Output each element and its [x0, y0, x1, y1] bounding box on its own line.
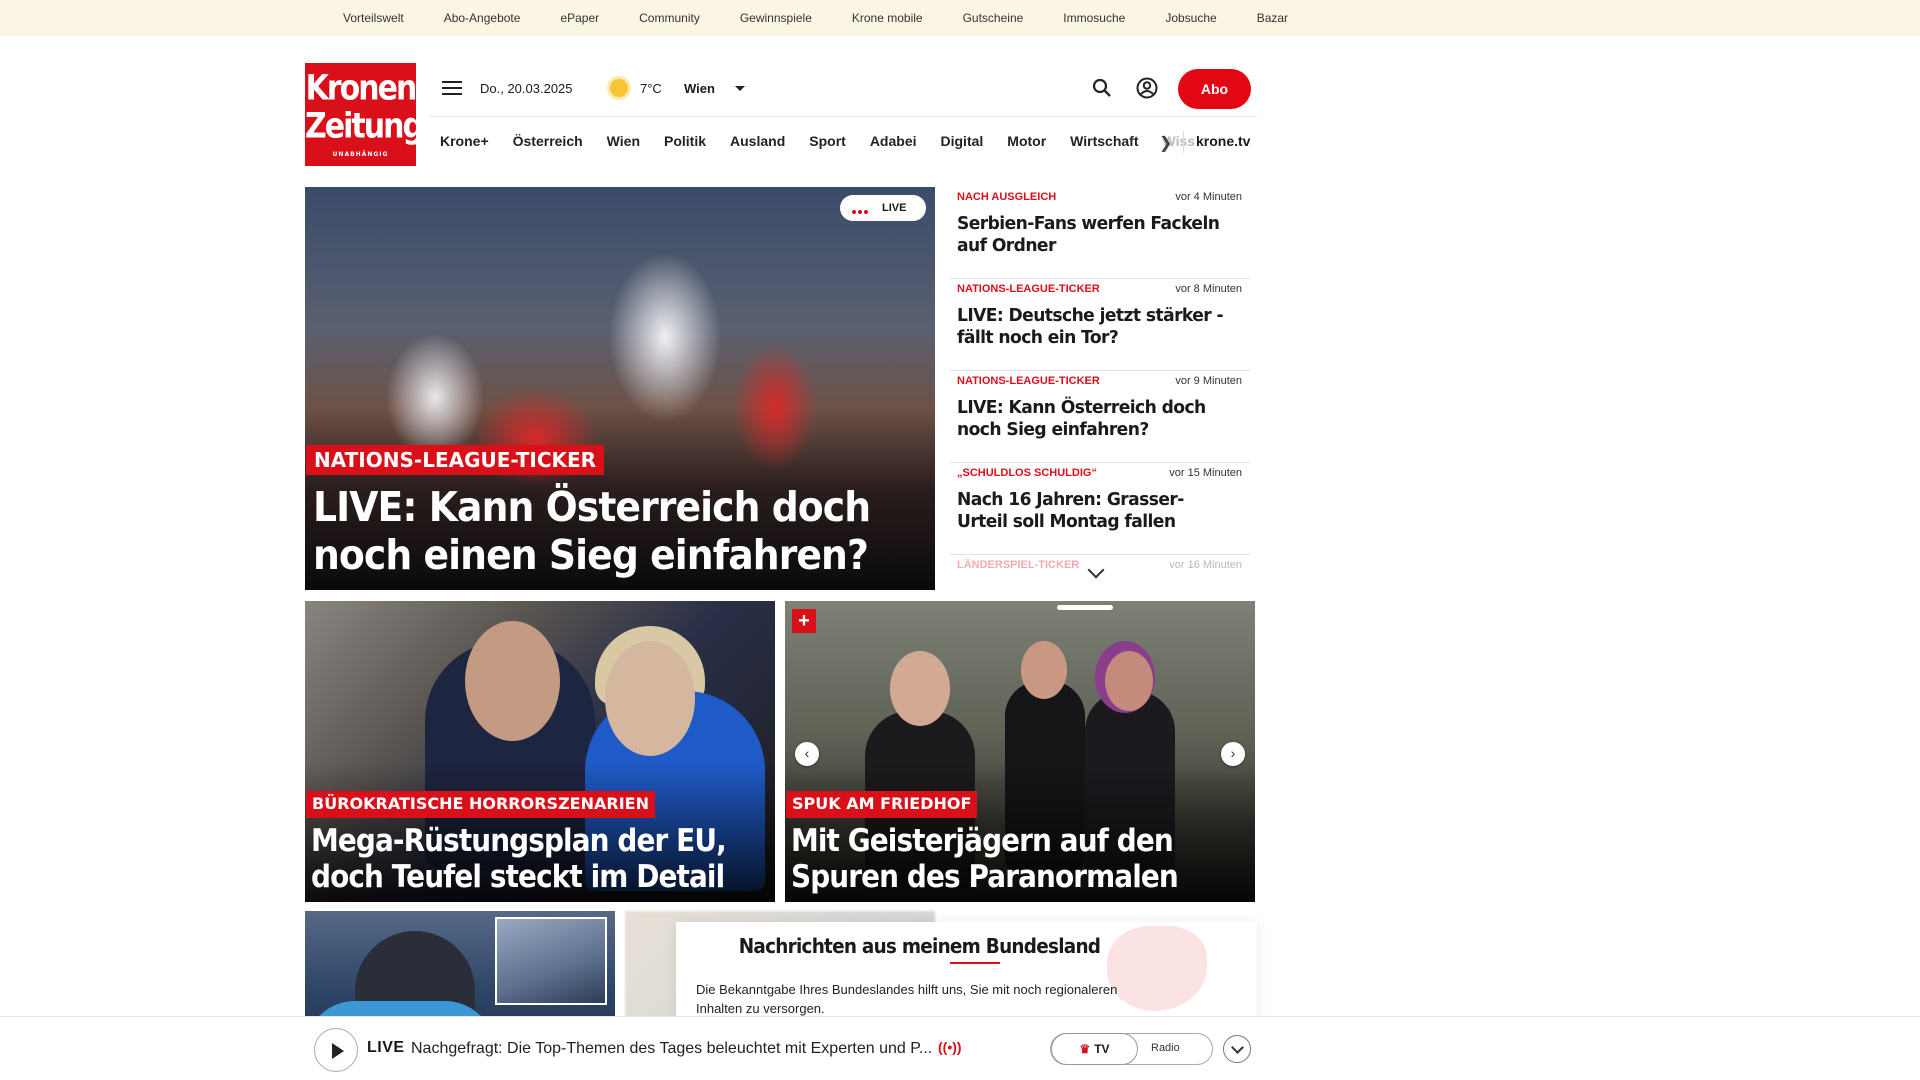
- header-row: Do., 20.03.2025 7°C Wien Abo: [440, 68, 1252, 109]
- tv-option[interactable]: ♛ TV: [1051, 1033, 1138, 1065]
- play-icon[interactable]: [314, 1028, 358, 1072]
- live-dots-icon: [852, 205, 874, 214]
- service-link[interactable]: Krone mobile: [852, 11, 923, 25]
- ticker-item[interactable]: NATIONS-LEAGUE-TICKER vor 9 Minuten LIVE…: [950, 371, 1250, 463]
- tv-label: TV: [1094, 1042, 1110, 1056]
- radio-option[interactable]: Radio: [1151, 1042, 1180, 1054]
- service-link[interactable]: Gutscheine: [963, 11, 1024, 25]
- ticker-kicker: NATIONS-LEAGUE-TICKER: [957, 283, 1100, 295]
- service-link[interactable]: Abo-Angebote: [444, 11, 521, 25]
- photo-figure: [465, 621, 560, 741]
- tv-radio-switch[interactable]: ♛ TV Radio: [1050, 1033, 1213, 1065]
- ticker-time: vor 4 Minuten: [1175, 191, 1242, 203]
- nav-item[interactable]: Krone+: [440, 133, 489, 149]
- nav-item[interactable]: Politik: [664, 133, 706, 149]
- live-badge-label: LIVE: [882, 202, 907, 214]
- nav-item[interactable]: Wien: [607, 133, 640, 149]
- nav-item[interactable]: Digital: [941, 133, 984, 149]
- user-icon[interactable]: [1136, 77, 1158, 99]
- live-badge: LIVE: [840, 195, 926, 221]
- ticker-item[interactable]: „SCHULDLOS SCHULDIG“ vor 15 Minuten Nach…: [950, 463, 1250, 555]
- popup-text: Die Bekanntgabe Ihres Bundeslandes hilft…: [696, 982, 1118, 1016]
- ticker-item[interactable]: NACH AUSGLEICH vor 4 Minuten Serbien-Fan…: [950, 187, 1250, 279]
- ticker-time: vor 9 Minuten: [1175, 375, 1242, 387]
- logo-tagline: UNABHÄNGIG: [332, 151, 389, 158]
- main-nav: Krone+ Österreich Wien Politik Ausland S…: [430, 116, 1257, 166]
- crown-icon: ♛: [1079, 1042, 1091, 1056]
- nav-divider: [1183, 131, 1184, 153]
- teaser-headline[interactable]: Mit Geisterjägern auf den Spuren des Par…: [791, 823, 1214, 895]
- search-icon[interactable]: [1092, 78, 1112, 98]
- service-link[interactable]: Gewinnspiele: [740, 11, 812, 25]
- krone-tv-link[interactable]: krone.tv: [1196, 133, 1250, 149]
- ticker-kicker: NATIONS-LEAGUE-TICKER: [957, 375, 1100, 387]
- hero-article[interactable]: LIVE NATIONS-LEAGUE-TICKER LIVE: Kann Ös…: [305, 187, 935, 590]
- site-logo[interactable]: Kronen Zeitung UNABHÄNGIG: [305, 63, 424, 166]
- player-title[interactable]: Nachgefragt: Die Top-Themen des Tages be…: [411, 1040, 932, 1058]
- photo-figure: [890, 651, 950, 726]
- player-live-label: LIVE: [367, 1039, 405, 1056]
- ticker-kicker: LÄNDERSPIEL-TICKER: [957, 559, 1080, 571]
- ticker-title[interactable]: LIVE: Kann Österreich doch noch Sieg ein…: [957, 397, 1233, 441]
- ticker-title[interactable]: Serbien-Fans werfen Fackeln auf Ordner: [957, 213, 1233, 257]
- teaser-kicker: SPUK AM FRIEDHOF: [786, 791, 978, 818]
- current-date: Do., 20.03.2025: [480, 81, 573, 96]
- service-link[interactable]: Bazar: [1257, 11, 1288, 25]
- krone-plus-icon: +: [792, 609, 816, 633]
- popup-title: Nachrichten aus meinem Bundesland: [738, 934, 1101, 958]
- sun-icon: [610, 79, 628, 97]
- hero-kicker: NATIONS-LEAGUE-TICKER: [306, 445, 605, 475]
- ticker-time: vor 15 Minuten: [1169, 467, 1242, 479]
- broadcast-icon: ((•)): [938, 1039, 962, 1055]
- service-link[interactable]: Community: [639, 11, 700, 25]
- teaser-card-friedhof[interactable]: + ‹ › SPUK AM FRIEDHOF Mit Geisterjägern…: [785, 601, 1255, 902]
- ticker-title[interactable]: LIVE: Deutsche jetzt stärker - fällt noc…: [957, 305, 1233, 349]
- ticker-item[interactable]: NATIONS-LEAGUE-TICKER vor 8 Minuten LIVE…: [950, 279, 1250, 371]
- nav-item[interactable]: Wirtschaft: [1070, 133, 1138, 149]
- photo-figure: [1105, 651, 1153, 711]
- news-ticker: NACH AUSGLEICH vor 4 Minuten Serbien-Fan…: [950, 187, 1250, 577]
- service-link[interactable]: Jobsuche: [1165, 11, 1216, 25]
- hero-headline[interactable]: LIVE: Kann Österreich doch noch einen Si…: [313, 483, 874, 579]
- chevron-right-icon[interactable]: ❯: [1159, 133, 1172, 153]
- logo-line-2: Zeitung: [305, 106, 424, 147]
- menu-icon[interactable]: [442, 81, 462, 95]
- teaser-card-eu[interactable]: BÜROKRATISCHE HORRORSZENARIEN Mega-Rüstu…: [305, 601, 775, 902]
- ticker-time: vor 16 Minuten: [1169, 559, 1242, 571]
- photo-figure: [1021, 641, 1067, 699]
- nav-item[interactable]: Sport: [809, 133, 846, 149]
- chevron-right-icon[interactable]: ›: [1221, 742, 1245, 766]
- chevron-left-icon[interactable]: ‹: [795, 742, 819, 766]
- city-selector[interactable]: Wien: [684, 81, 715, 96]
- nav-item[interactable]: Motor: [1007, 133, 1046, 149]
- service-link[interactable]: ePaper: [560, 11, 599, 25]
- chevron-down-icon[interactable]: [1223, 1035, 1251, 1063]
- teaser-kicker: BÜROKRATISCHE HORRORSZENARIEN: [306, 791, 655, 818]
- ticker-title[interactable]: Nach 16 Jahren: Grasser-Urteil soll Mont…: [957, 489, 1233, 533]
- photo-figure: [605, 641, 695, 756]
- carousel-indicator[interactable]: [1057, 605, 1113, 610]
- ticker-kicker: NACH AUSGLEICH: [957, 191, 1057, 203]
- nav-item[interactable]: Österreich: [513, 133, 583, 149]
- inset-photo: [495, 917, 607, 1005]
- logo-line-1: Kronen: [305, 68, 418, 109]
- service-bar: Vorteilswelt Abo-Angebote ePaper Communi…: [0, 0, 1920, 36]
- nav-item[interactable]: Ausland: [730, 133, 785, 149]
- title-underline: [950, 962, 1000, 964]
- nav-item[interactable]: Adabei: [870, 133, 917, 149]
- teaser-headline[interactable]: Mega-Rüstungsplan der EU, doch Teufel st…: [311, 823, 734, 895]
- service-link[interactable]: Immosuche: [1063, 11, 1125, 25]
- service-link[interactable]: Vorteilswelt: [343, 11, 404, 25]
- ticker-time: vor 8 Minuten: [1175, 283, 1242, 295]
- ticker-kicker: „SCHULDLOS SCHULDIG“: [957, 467, 1097, 479]
- chevron-down-icon[interactable]: [735, 86, 745, 91]
- temperature: 7°C: [640, 81, 662, 96]
- live-player-bar: LIVE Nachgefragt: Die Top-Themen des Tag…: [0, 1016, 1920, 1080]
- abo-button[interactable]: Abo: [1178, 69, 1251, 109]
